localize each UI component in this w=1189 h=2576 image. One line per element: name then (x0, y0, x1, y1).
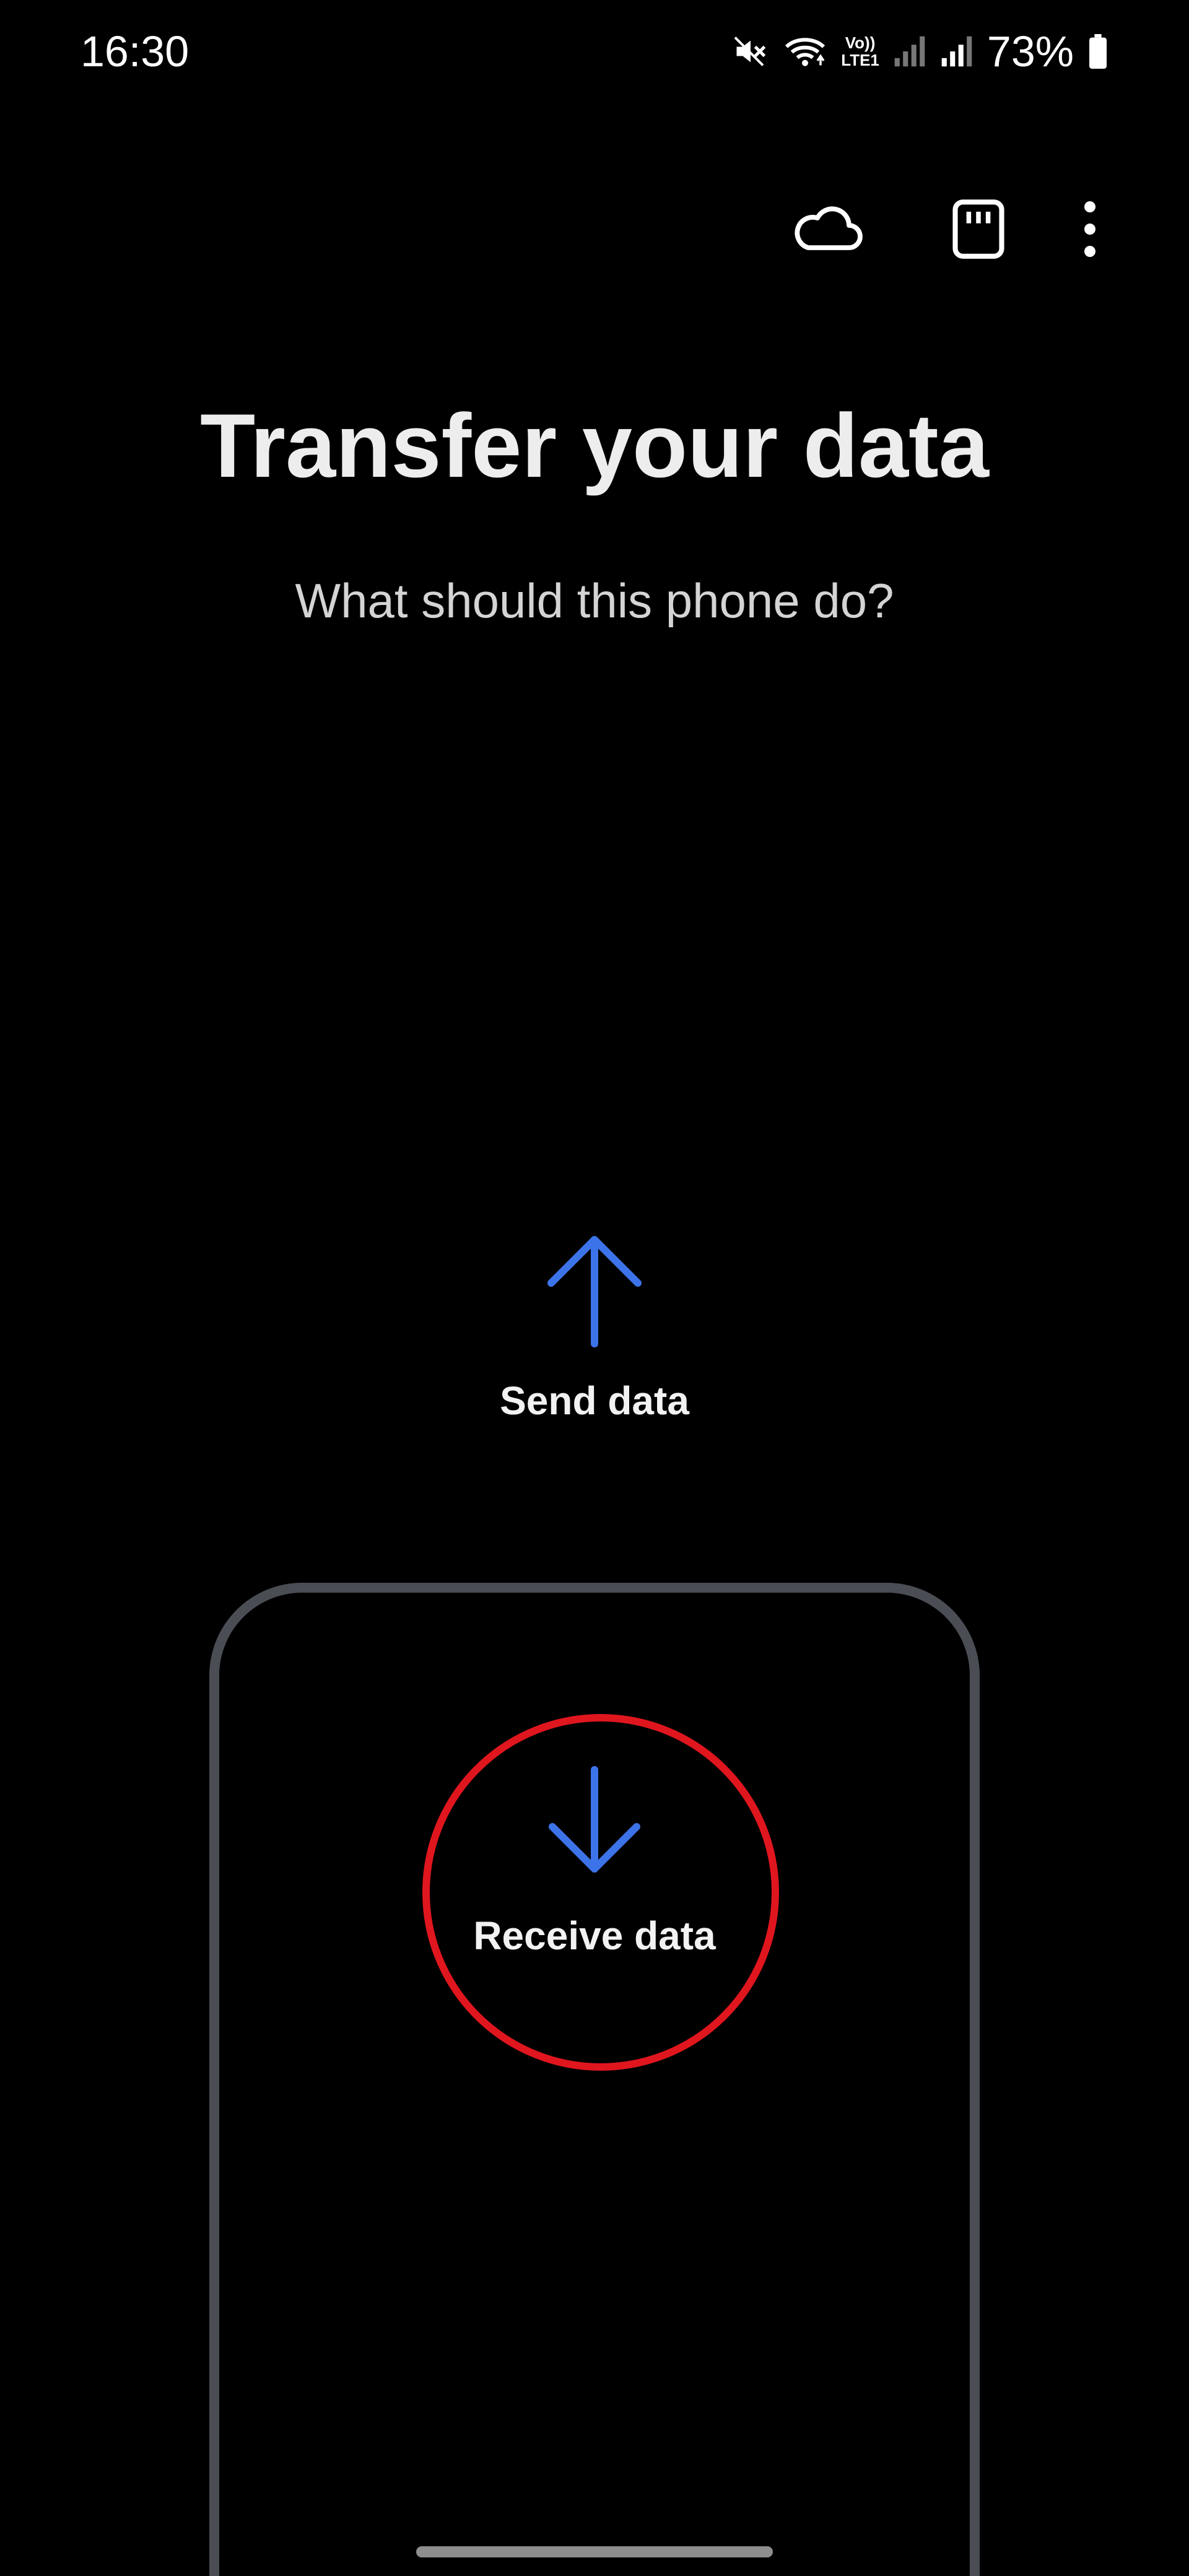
arrow-down-icon (545, 1765, 644, 1876)
receive-data-label: Receive data (473, 1913, 716, 1958)
receive-data-button[interactable]: Receive data (409, 1765, 780, 1988)
more-options-icon (1081, 198, 1099, 260)
page-title: Transfer your data (200, 395, 989, 496)
sd-card-button[interactable] (935, 186, 1022, 272)
send-data-label: Send data (500, 1378, 689, 1423)
arrow-up-icon (545, 1232, 644, 1350)
cloud-button[interactable] (785, 186, 872, 272)
more-options-button[interactable] (1047, 186, 1133, 272)
mute-icon (732, 33, 769, 70)
battery-icon (1087, 34, 1108, 69)
send-data-button[interactable]: Send data (409, 1232, 780, 1455)
transfer-screen: 16:30 Vo)) LTE1 73% Transfer your data W… (0, 0, 1189, 2576)
cloud-icon (791, 201, 866, 257)
volte-top-label: Vo)) (845, 33, 876, 52)
wifi-icon (783, 33, 827, 70)
gesture-bar[interactable] (416, 2546, 773, 2557)
sd-card-icon (950, 198, 1007, 260)
volte-icon: Vo)) LTE1 (841, 34, 879, 69)
page-subtitle: What should this phone do? (295, 573, 894, 628)
battery-percent: 73% (986, 27, 1074, 76)
phone-outline (209, 1583, 980, 2576)
status-icons: Vo)) LTE1 73% (732, 24, 1108, 79)
status-bar: 16:30 Vo)) LTE1 73% (0, 0, 1189, 105)
status-time: 16:30 (81, 27, 189, 76)
volte-bottom-label: LTE1 (841, 51, 879, 69)
signal-weak-icon (893, 34, 926, 69)
signal-icon (940, 34, 973, 69)
